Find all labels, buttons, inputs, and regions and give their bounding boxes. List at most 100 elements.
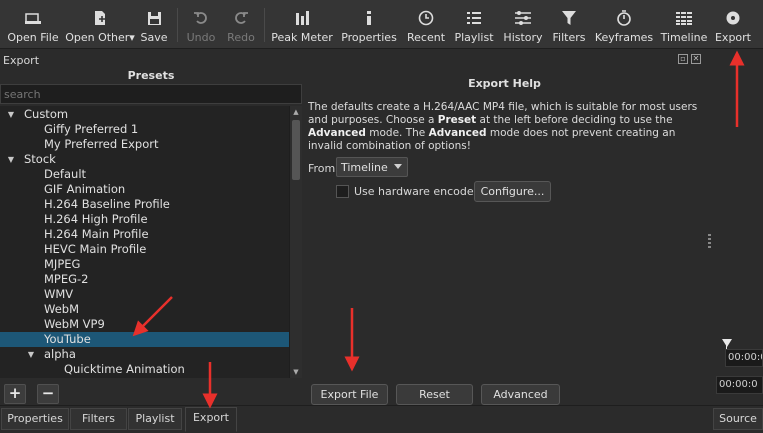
playlist-button[interactable]: Playlist bbox=[453, 0, 495, 49]
playlist-label: Playlist bbox=[454, 31, 494, 44]
stopwatch-icon bbox=[614, 9, 634, 27]
save-label: Save bbox=[140, 31, 168, 44]
preset-tree-item[interactable]: ▼ Stock bbox=[0, 152, 289, 167]
tab-playlist[interactable]: Playlist bbox=[128, 408, 182, 430]
preset-tree-item[interactable]: HEVC Main Profile bbox=[0, 242, 289, 257]
recent-button[interactable]: Recent bbox=[405, 0, 447, 49]
timeline-icon bbox=[674, 9, 694, 27]
preset-tree-item[interactable]: Giffy Preferred 1 bbox=[0, 122, 289, 137]
preset-tree-item[interactable]: WMV bbox=[0, 287, 289, 302]
preset-tree-item[interactable]: Default bbox=[0, 167, 289, 182]
preset-tree-label: GIF Animation bbox=[44, 182, 126, 196]
scroll-up-icon[interactable]: ▲ bbox=[290, 106, 302, 118]
configure-button[interactable]: Configure... bbox=[474, 181, 551, 202]
playhead-icon[interactable] bbox=[722, 339, 732, 347]
expand-arrow-icon[interactable]: ▼ bbox=[6, 107, 16, 122]
undo-label: Undo bbox=[186, 31, 216, 44]
hardware-encoder-checkbox[interactable] bbox=[336, 185, 349, 198]
scroll-thumb[interactable] bbox=[292, 120, 300, 180]
tab-properties[interactable]: Properties bbox=[1, 408, 69, 430]
tab-export[interactable]: Export bbox=[185, 407, 237, 432]
preset-tree-label: YouTube bbox=[44, 332, 91, 346]
keyframes-button[interactable]: Keyframes bbox=[595, 0, 653, 49]
timeline-button[interactable]: Timeline bbox=[661, 0, 707, 49]
recent-label: Recent bbox=[406, 31, 446, 44]
preset-search-input[interactable] bbox=[0, 84, 302, 104]
float-icon[interactable]: ▫ bbox=[678, 54, 688, 64]
presets-scrollbar[interactable]: ▲ ▼ bbox=[289, 106, 302, 378]
preset-tree-item[interactable]: H.264 Baseline Profile bbox=[0, 197, 289, 212]
open-other-icon bbox=[90, 9, 110, 27]
preset-tree-item[interactable]: GIF Animation bbox=[0, 182, 289, 197]
from-value: Timeline bbox=[341, 161, 388, 174]
preset-tree-item[interactable]: H.264 Main Profile bbox=[0, 227, 289, 242]
open-file-label: Open File bbox=[7, 31, 59, 44]
open-file-button[interactable]: Open File bbox=[4, 0, 62, 49]
close-icon[interactable]: ✕ bbox=[691, 54, 701, 64]
preset-tree-item[interactable]: MJPEG bbox=[0, 257, 289, 272]
preset-tree-label: WebM bbox=[44, 302, 79, 316]
advanced-button[interactable]: Advanced bbox=[481, 384, 560, 405]
from-select[interactable]: Timeline bbox=[336, 157, 408, 177]
tab-filters[interactable]: Filters bbox=[70, 408, 127, 430]
redo-label: Redo bbox=[227, 31, 255, 44]
from-label: From bbox=[308, 162, 336, 175]
save-button[interactable]: Save bbox=[137, 0, 171, 49]
preset-tree-label: MPEG-2 bbox=[44, 272, 89, 286]
presets-title: Presets bbox=[127, 69, 175, 82]
open-other-button[interactable]: Open Other▾ bbox=[65, 0, 135, 49]
info-icon bbox=[359, 9, 379, 27]
add-preset-button[interactable]: + bbox=[4, 384, 26, 404]
properties-button[interactable]: Properties bbox=[340, 0, 398, 49]
open-file-icon bbox=[23, 9, 43, 27]
expand-arrow-icon[interactable]: ▼ bbox=[6, 152, 16, 167]
preset-tree-label: Stock bbox=[24, 152, 56, 166]
tab-source[interactable]: Source bbox=[713, 408, 763, 430]
dock-title: Export bbox=[3, 54, 40, 67]
toolbar-separator bbox=[264, 8, 265, 42]
history-icon bbox=[513, 9, 533, 27]
peak-meter-icon bbox=[292, 9, 312, 27]
export-file-button[interactable]: Export File bbox=[311, 384, 388, 405]
preset-tree-item[interactable]: ▼ Custom bbox=[0, 107, 289, 122]
preset-tree-item[interactable]: ▼ alpha bbox=[0, 347, 289, 362]
remove-preset-button[interactable]: − bbox=[37, 384, 59, 404]
preset-tree-item[interactable]: H.264 High Profile bbox=[0, 212, 289, 227]
preset-tree-label: MJPEG bbox=[44, 257, 81, 271]
preset-tree-item[interactable]: Quicktime Animation bbox=[0, 362, 289, 377]
export-label: Export bbox=[714, 31, 751, 44]
presets-tree[interactable]: ▼ Custom Giffy Preferred 1 My Preferred Exp… bbox=[0, 106, 289, 378]
export-icon bbox=[723, 9, 743, 27]
preset-tree-label: H.264 Baseline Profile bbox=[44, 197, 170, 211]
preset-tree-label: H.264 High Profile bbox=[44, 212, 148, 226]
preset-tree-label: Quicktime Animation bbox=[64, 362, 185, 376]
timeline-label: Timeline bbox=[660, 31, 708, 44]
hardware-encoder-label: Use hardware encoder bbox=[354, 185, 479, 198]
history-button[interactable]: History bbox=[502, 0, 544, 49]
peak-meter-label: Peak Meter bbox=[271, 31, 333, 44]
reset-button[interactable]: Reset bbox=[396, 384, 473, 405]
timecode-duration[interactable]: 00:00:0 bbox=[716, 376, 763, 394]
preset-tree-label: WMV bbox=[44, 287, 74, 301]
redo-button[interactable]: Redo bbox=[224, 0, 258, 49]
peak-meter-button[interactable]: Peak Meter bbox=[271, 0, 333, 49]
list-icon bbox=[464, 9, 484, 27]
timecode-position[interactable]: 00:00:0 bbox=[725, 349, 763, 367]
preset-tree-label: alpha bbox=[44, 347, 76, 361]
preset-tree-item[interactable]: WebM bbox=[0, 302, 289, 317]
clock-icon bbox=[416, 9, 436, 27]
filters-button[interactable]: Filters bbox=[550, 0, 588, 49]
preset-tree-item[interactable]: WebM VP9 bbox=[0, 317, 289, 332]
properties-label: Properties bbox=[341, 31, 397, 44]
scroll-down-icon[interactable]: ▼ bbox=[290, 366, 302, 378]
bottom-tab-bar: Properties Filters Playlist Export Sourc… bbox=[0, 405, 763, 433]
preset-tree-label: Custom bbox=[24, 107, 69, 121]
preset-tree-item[interactable]: MPEG-2 bbox=[0, 272, 289, 287]
preset-tree-item[interactable]: My Preferred Export bbox=[0, 137, 289, 152]
keyframes-label: Keyframes bbox=[594, 31, 654, 44]
undo-button[interactable]: Undo bbox=[184, 0, 218, 49]
preset-tree-item[interactable]: YouTube bbox=[0, 332, 289, 347]
export-button[interactable]: Export bbox=[713, 0, 753, 49]
splitter-handle[interactable] bbox=[708, 234, 711, 250]
expand-arrow-icon[interactable]: ▼ bbox=[26, 347, 36, 362]
